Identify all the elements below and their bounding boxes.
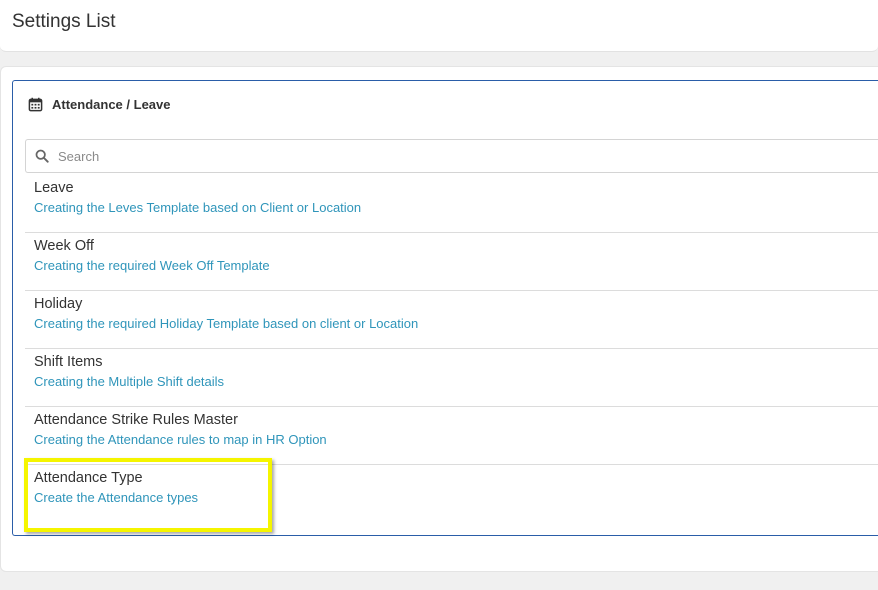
- search-box[interactable]: [25, 139, 878, 173]
- item-description-link[interactable]: Creating the Leves Template based on Cli…: [34, 200, 361, 215]
- search-input[interactable]: [58, 148, 838, 164]
- list-item-attendance-type[interactable]: Attendance Type Create the Attendance ty…: [25, 465, 878, 523]
- panel-header: Attendance / Leave: [28, 97, 171, 112]
- list-item-leave[interactable]: Leave Creating the Leves Template based …: [25, 175, 878, 233]
- item-title: Attendance Strike Rules Master: [34, 412, 238, 428]
- item-description-link[interactable]: Create the Attendance types: [34, 490, 198, 505]
- item-title: Week Off: [34, 238, 94, 254]
- item-title: Shift Items: [34, 354, 103, 370]
- item-description-link[interactable]: Creating the required Holiday Template b…: [34, 316, 418, 331]
- list-item-week-off[interactable]: Week Off Creating the required Week Off …: [25, 233, 878, 291]
- attendance-leave-panel: Attendance / Leave Leave Creating the Le…: [12, 80, 878, 536]
- item-title: Holiday: [34, 296, 83, 312]
- list-item-shift-items[interactable]: Shift Items Creating the Multiple Shift …: [25, 349, 878, 407]
- calendar-icon: [28, 97, 43, 112]
- item-title: Attendance Type: [34, 470, 143, 486]
- list-item-attendance-strike-rules[interactable]: Attendance Strike Rules Master Creating …: [25, 407, 878, 465]
- page-title: Settings List: [12, 11, 116, 32]
- page-header: Settings List: [0, 0, 878, 52]
- item-description-link[interactable]: Creating the required Week Off Template: [34, 258, 270, 273]
- panel-title: Attendance / Leave: [52, 97, 171, 112]
- item-title: Leave: [34, 180, 74, 196]
- settings-list: Leave Creating the Leves Template based …: [25, 175, 878, 523]
- list-item-holiday[interactable]: Holiday Creating the required Holiday Te…: [25, 291, 878, 349]
- item-description-link[interactable]: Creating the Attendance rules to map in …: [34, 432, 327, 447]
- search-icon: [35, 149, 49, 163]
- item-description-link[interactable]: Creating the Multiple Shift details: [34, 374, 224, 389]
